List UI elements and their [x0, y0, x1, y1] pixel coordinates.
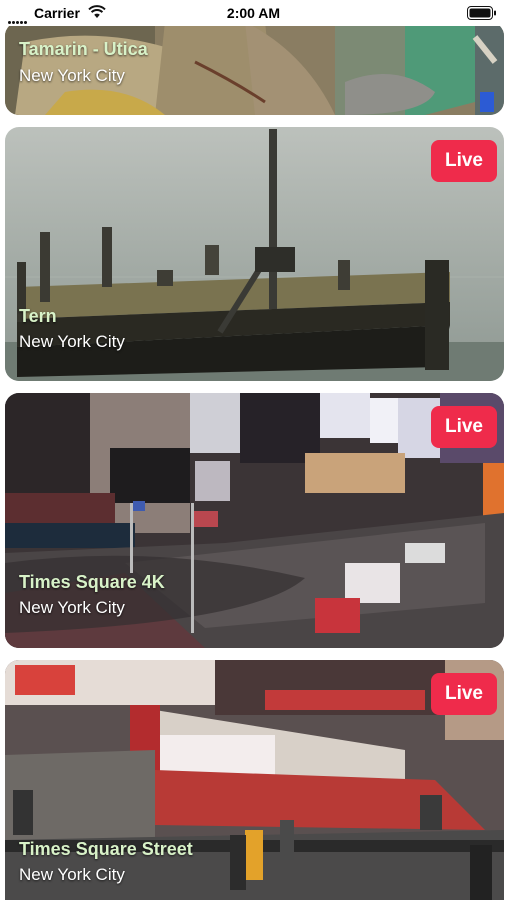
camera-location: New York City [19, 865, 125, 884]
camera-card[interactable]: Live Times Square Street New York City [5, 660, 504, 900]
camera-title: Times Square Street [19, 839, 193, 859]
battery-icon [467, 6, 496, 20]
live-badge: Live [431, 673, 497, 715]
camera-location: New York City [19, 332, 125, 351]
camera-location: New York City [19, 598, 125, 617]
live-badge: Live [431, 140, 497, 182]
camera-card[interactable]: Live Times Square 4K New York City [5, 393, 504, 648]
live-badge: Live [431, 406, 497, 448]
camera-location: New York City [19, 66, 125, 85]
status-bar: Carrier 2:00 AM [0, 0, 507, 26]
status-time: 2:00 AM [226, 5, 281, 21]
camera-title: Tamarin - Utica [19, 39, 148, 59]
camera-card[interactable]: Live Tern New York City [5, 127, 504, 381]
camera-title: Times Square 4K [19, 572, 165, 592]
camera-title: Tern [19, 306, 57, 326]
camera-card[interactable]: Tamarin - Utica New York City [5, 22, 504, 115]
camera-thumbnail [5, 660, 504, 900]
